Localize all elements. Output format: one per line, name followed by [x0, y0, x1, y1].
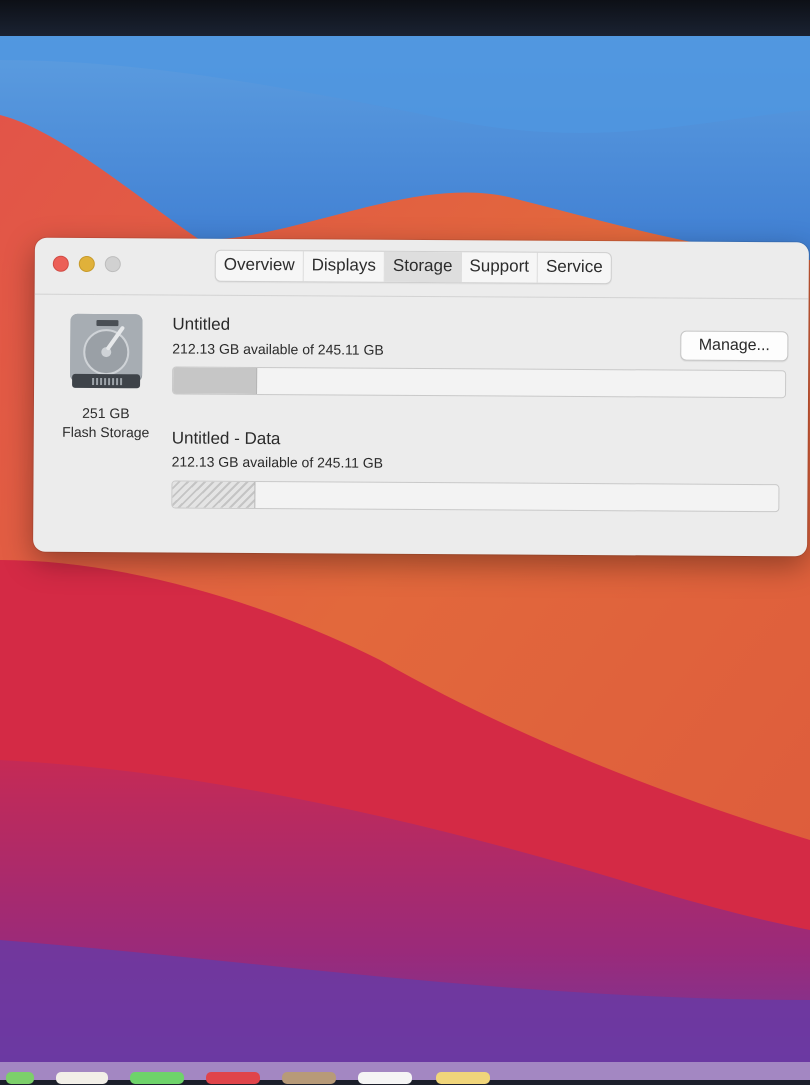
dock-app-icon[interactable] — [436, 1072, 490, 1084]
tab-service[interactable]: Service — [538, 253, 611, 283]
volume-name: Untitled - Data — [171, 428, 281, 449]
volume-info: 212.13 GB available of 245.11 GB — [171, 453, 384, 471]
tab-displays[interactable]: Displays — [303, 251, 385, 282]
hard-drive-icon — [70, 313, 143, 389]
screen-bezel — [0, 0, 810, 36]
tab-storage[interactable]: Storage — [384, 251, 462, 283]
tab-support[interactable]: Support — [461, 252, 539, 283]
window-titlebar: Overview Displays Storage Support Servic… — [34, 237, 809, 300]
volume-name: Untitled — [172, 314, 231, 334]
minimize-button[interactable] — [78, 255, 95, 273]
volume-usage-fill — [172, 481, 256, 508]
drive-capacity: 251 GB Flash Storage — [44, 404, 168, 443]
close-button[interactable] — [52, 255, 69, 272]
capacity-type: Flash Storage — [62, 423, 150, 441]
volume-usage-bar — [172, 366, 787, 399]
volume-info: 212.13 GB available of 245.11 GB — [172, 340, 384, 358]
manage-button[interactable]: Manage... — [680, 330, 789, 362]
volume-usage-bar — [171, 480, 780, 513]
tab-bar: Overview Displays Storage Support Servic… — [214, 249, 612, 285]
about-this-mac-window: Overview Displays Storage Support Servic… — [33, 237, 809, 557]
zoom-button — [104, 256, 121, 273]
capacity-size: 251 GB — [82, 404, 130, 422]
tab-overview[interactable]: Overview — [215, 250, 304, 282]
dock-app-icon[interactable] — [206, 1072, 260, 1084]
dock-app-icon[interactable] — [130, 1072, 184, 1084]
volume-usage-fill — [173, 367, 257, 394]
dock-app-icon[interactable] — [6, 1072, 34, 1084]
dock-app-icon[interactable] — [282, 1072, 336, 1084]
dock-app-icon[interactable] — [358, 1072, 412, 1084]
dock-app-icon[interactable] — [56, 1072, 108, 1084]
